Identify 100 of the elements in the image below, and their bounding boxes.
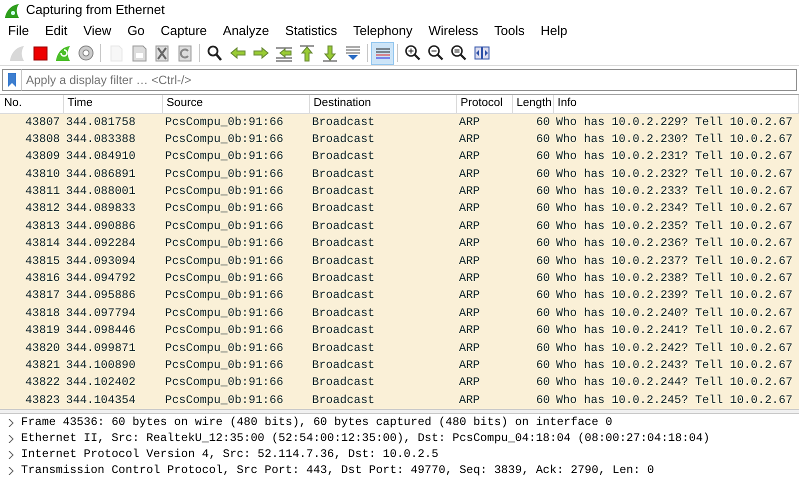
window-title: Capturing from Ethernet [26,1,165,20]
chevron-icon[interactable] [7,451,15,460]
table-cell: PcsCompu_0b:91:66 [162,392,309,410]
column-header[interactable]: Destination [309,95,456,113]
bookmark-icon[interactable] [2,69,22,91]
menu-item[interactable]: Telephony [345,20,420,41]
table-cell: Broadcast [309,183,456,200]
table-cell: Who has 10.0.2.242? Tell 10.0.2.67 [553,340,798,357]
table-cell: ARP [456,252,512,270]
table-cell: PcsCompu_0b:91:66 [162,270,309,288]
menu-item[interactable]: Capture [152,20,215,41]
table-cell: Broadcast [309,304,456,322]
table-cell: 344.100890 [63,356,162,374]
table-cell: Broadcast [309,374,456,392]
table-cell: Who has 10.0.2.236? Tell 10.0.2.67 [553,235,798,253]
table-cell: 60 [512,304,553,322]
chevron-icon[interactable] [7,419,15,428]
menu-item[interactable]: Edit [36,20,76,41]
table-cell: 60 [512,130,553,148]
table-cell: 344.084910 [63,148,162,166]
table-cell: 43813 [0,218,63,236]
table-cell: 344.104354 [63,392,162,410]
table-cell: 344.083388 [63,130,162,148]
menu-item[interactable]: View [75,20,120,41]
table-cell: PcsCompu_0b:91:66 [162,200,309,218]
chevron-icon[interactable] [7,467,15,476]
column-header[interactable]: No. [0,95,63,113]
menu-item[interactable]: Statistics [277,20,346,41]
menu-item[interactable]: Analyze [214,20,278,41]
table-cell: Broadcast [309,148,456,166]
table-cell: Who has 10.0.2.241? Tell 10.0.2.67 [553,322,798,340]
table-cell: 43819 [0,322,63,340]
table-cell: 344.094792 [63,270,162,288]
table-cell: Broadcast [309,287,456,305]
menu-item[interactable]: Go [119,20,153,41]
table-cell: 60 [512,218,553,236]
table-cell: Broadcast [309,113,456,131]
table-cell: ARP [456,148,512,166]
table-cell: 43807 [0,113,63,131]
table-cell: PcsCompu_0b:91:66 [162,287,309,305]
table-cell: PcsCompu_0b:91:66 [162,374,309,392]
table-cell: Who has 10.0.2.243? Tell 10.0.2.67 [553,356,798,374]
table-cell: Who has 10.0.2.231? Tell 10.0.2.67 [553,148,798,166]
column-header[interactable]: Length [512,95,553,113]
colorize-icon[interactable] [371,42,394,64]
table-cell: Who has 10.0.2.245? Tell 10.0.2.67 [553,392,798,410]
table-cell: PcsCompu_0b:91:66 [162,148,309,166]
tree-item[interactable]: Ethernet II, Src: RealtekU_12:35:00 (52:54:00:12:35:00), Dst: PcsCompu_04:18:04 (08:00:27:04:18:04) [21,430,710,448]
table-cell: PcsCompu_0b:91:66 [162,340,309,357]
table-cell: 344.092284 [63,235,162,253]
tree-item[interactable]: Transmission Control Protocol, Src Port: 443, Dst Port: 49770, Seq: 3839, Ack: 2790, Len: 0 [21,462,654,480]
table-cell: 60 [512,235,553,253]
table-cell: 60 [512,322,553,340]
tree-item[interactable]: Frame 43536: 60 bytes on wire (480 bits), 60 bytes captured (480 bits) on interface 0 [21,414,612,432]
table-cell: Broadcast [309,392,456,410]
menu-item[interactable]: Wireless [420,20,486,41]
table-cell: Who has 10.0.2.239? Tell 10.0.2.67 [553,287,798,305]
table-cell: Who has 10.0.2.235? Tell 10.0.2.67 [553,218,798,236]
chevron-icon[interactable] [7,435,15,444]
tree-item[interactable]: Internet Protocol Version 4, Src: 52.114.7.36, Dst: 10.0.2.5 [21,446,438,464]
menu-item[interactable]: Help [532,20,576,41]
table-cell: ARP [456,113,512,131]
table-cell: 43818 [0,304,63,322]
table-cell: ARP [456,374,512,392]
table-cell: 43812 [0,200,63,218]
table-cell: Who has 10.0.2.230? Tell 10.0.2.67 [553,130,798,148]
table-cell: ARP [456,218,512,236]
table-cell: 43808 [0,130,63,148]
table-cell: Who has 10.0.2.234? Tell 10.0.2.67 [553,200,798,218]
table-cell: 344.095886 [63,287,162,305]
table-cell: ARP [456,270,512,288]
table-cell: Broadcast [309,200,456,218]
table-cell: 43820 [0,340,63,357]
table-cell: PcsCompu_0b:91:66 [162,166,309,184]
table-cell: 344.099871 [63,340,162,357]
table-cell: 60 [512,183,553,200]
column-header[interactable]: Protocol [456,95,512,113]
column-header[interactable]: Info [553,95,798,113]
table-cell: ARP [456,356,512,374]
column-header[interactable]: Source [162,95,309,113]
table-cell: 43810 [0,166,63,184]
menu-item[interactable]: Tools [486,20,533,41]
table-cell: ARP [456,340,512,357]
table-cell: Broadcast [309,130,456,148]
table-cell: 43822 [0,374,63,392]
table-cell: Who has 10.0.2.244? Tell 10.0.2.67 [553,374,798,392]
table-cell: Who has 10.0.2.229? Tell 10.0.2.67 [553,113,798,131]
table-cell: Broadcast [309,340,456,357]
column-header[interactable]: Time [63,95,162,113]
menu-item[interactable]: File [0,20,37,41]
filter-field[interactable]: Apply a display filter … <Ctrl-/> [22,69,797,91]
table-cell: ARP [456,166,512,184]
table-cell: 60 [512,113,553,131]
table-cell: 60 [512,356,553,374]
table-cell: Broadcast [309,166,456,184]
table-cell: PcsCompu_0b:91:66 [162,218,309,236]
table-cell: 344.089833 [63,200,162,218]
table-cell: 60 [512,252,553,270]
table-cell: 60 [512,270,553,288]
table-cell: ARP [456,322,512,340]
